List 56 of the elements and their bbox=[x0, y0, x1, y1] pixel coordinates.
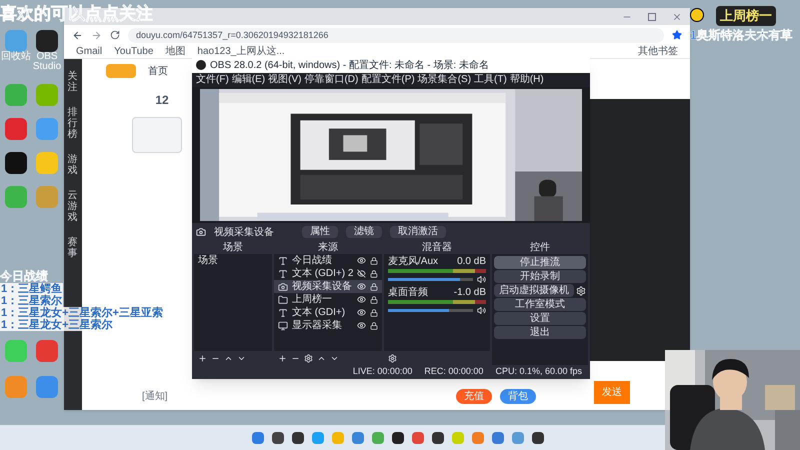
menu-item[interactable]: 工具(T) bbox=[474, 74, 507, 86]
sidebar-item[interactable]: 赛事 bbox=[68, 237, 78, 259]
sidebar-item[interactable]: 关注 bbox=[68, 71, 78, 93]
source-item[interactable]: 视频采集设备 bbox=[274, 280, 382, 293]
toolbar-button[interactable]: 滤镜 bbox=[346, 226, 382, 238]
score-count: 12 bbox=[154, 92, 170, 109]
record-title: 今日战绩 bbox=[0, 270, 49, 283]
bookmark-link[interactable]: YouTube bbox=[114, 46, 154, 58]
address-bar[interactable]: douyu.com/64751357_r=0.30620194932181266 bbox=[128, 28, 664, 42]
dock-title: 场景 bbox=[194, 241, 272, 254]
bookmark-link[interactable]: Gmail bbox=[76, 46, 102, 58]
rec-status: REC: 00:00:00 bbox=[424, 365, 484, 378]
source-item[interactable]: 文本 (GDI+) 2 bbox=[274, 267, 382, 280]
icon-label: 回收站 bbox=[1, 52, 31, 62]
sidebar-item[interactable]: 云游戏 bbox=[68, 190, 78, 223]
control-button[interactable]: 设置 bbox=[494, 312, 586, 325]
control-button[interactable]: 退出 bbox=[494, 326, 586, 339]
icon-label: OBS Studio bbox=[32, 52, 62, 72]
live-status: LIVE: 00:00:00 bbox=[352, 365, 412, 378]
channel-reading: -1.0 dB bbox=[454, 287, 486, 298]
control-button[interactable]: 工作室模式 bbox=[494, 298, 586, 311]
sidebar-item[interactable]: 排行榜 bbox=[68, 107, 78, 140]
bookmark-link[interactable]: 地图 bbox=[165, 46, 186, 58]
dock-title: 混音器 bbox=[384, 241, 490, 254]
source-item[interactable]: 显示器采集 bbox=[274, 319, 382, 332]
dock-title: 控件 bbox=[492, 241, 588, 254]
source-item[interactable]: 上周榜一 bbox=[274, 293, 382, 306]
control-button[interactable]: 开始录制 bbox=[494, 270, 586, 283]
notice-text: [通知] bbox=[142, 390, 168, 404]
menu-item[interactable]: 视图(V) bbox=[268, 74, 302, 86]
toolbar-button[interactable]: 属性 bbox=[302, 226, 338, 238]
menu-item[interactable]: 场景集合(S) bbox=[418, 74, 472, 86]
menu-item[interactable]: 文件(F) bbox=[196, 74, 229, 86]
selected-source-label: 视频采集设备 bbox=[214, 226, 275, 240]
menu-item[interactable]: 编辑(E) bbox=[232, 74, 266, 86]
channel-reading: 0.0 dB bbox=[457, 256, 486, 267]
bookmark-link[interactable]: hao123_上网从这... bbox=[197, 46, 285, 58]
sidebar-item[interactable]: 游戏 bbox=[68, 154, 78, 176]
window-title: OBS 28.0.2 (64-bit, windows) - 配置文件: 未命名 - 场景: 未命名 bbox=[210, 58, 489, 72]
menu-item[interactable]: 配置文件(P) bbox=[361, 74, 415, 86]
source-item[interactable]: 今日战绩 bbox=[274, 254, 382, 267]
dock-title: 来源 bbox=[274, 241, 382, 254]
scene-item[interactable]: 场景 bbox=[194, 254, 272, 267]
cpu-status: CPU: 0.1%, 60.00 fps bbox=[495, 365, 582, 378]
channel-name: 麦克风/Aux bbox=[388, 256, 438, 267]
control-button[interactable]: 启动虚拟摄像机 bbox=[494, 284, 574, 297]
toolbar-button[interactable]: 取消激活 bbox=[390, 226, 446, 238]
menu-item[interactable]: 帮助(H) bbox=[510, 74, 544, 86]
bookmark-link[interactable]: 其他书签 bbox=[638, 46, 678, 58]
channel-name: 桌面音频 bbox=[388, 287, 428, 298]
weekly-top-name: 1奥斯特洛夫木有草 bbox=[690, 27, 793, 44]
menu-item[interactable]: 停靠窗口(D) bbox=[304, 74, 358, 86]
nav-link[interactable]: 首页 bbox=[148, 64, 168, 78]
source-item[interactable]: 文本 (GDI+) bbox=[274, 306, 382, 319]
weekly-top-title: 上周榜一 bbox=[716, 6, 776, 26]
control-button[interactable]: 停止推流 bbox=[494, 256, 586, 269]
